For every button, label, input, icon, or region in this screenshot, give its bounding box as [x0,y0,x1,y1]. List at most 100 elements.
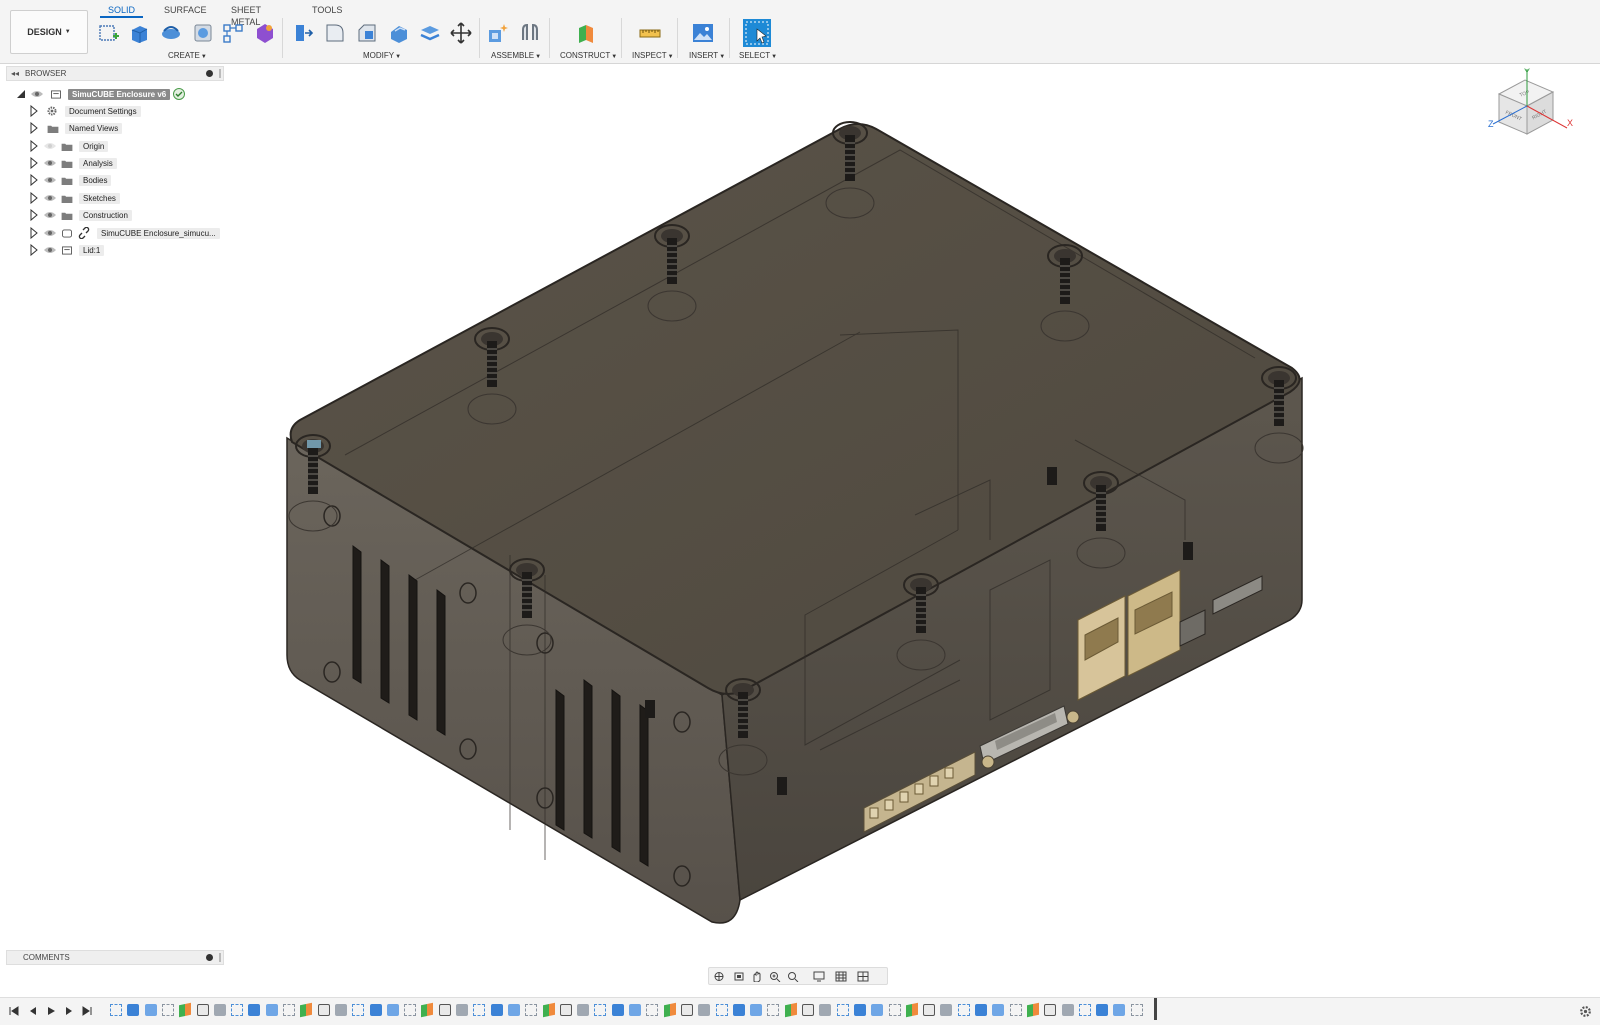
pin-icon[interactable] [206,70,213,77]
visibility-eye-icon[interactable] [43,210,57,220]
timeline-feature-body-icon[interactable] [732,1004,745,1016]
timeline-feature-move-icon[interactable] [196,1004,209,1016]
create-menu[interactable]: CREATE▼ [168,51,207,60]
tree-item-origin[interactable]: Origin [29,139,109,153]
select-menu[interactable]: SELECT▼ [739,51,777,60]
grid-settings-icon[interactable] [835,971,847,982]
resize-handle[interactable] [219,69,221,78]
view-cube[interactable]: TOP FRONT RIGHT X Y Z [1485,66,1575,146]
timeline-feature-sketch-icon[interactable] [594,1004,607,1016]
tree-item-lid[interactable]: Lid:1 [29,243,105,257]
timeline-feature-move-icon[interactable] [1044,1004,1057,1016]
tree-label[interactable]: SimuCUBE Enclosure_simucu... [97,227,220,239]
shell-icon[interactable] [388,22,410,44]
measure-icon[interactable] [639,22,661,44]
timeline-feature-body-icon[interactable] [369,1004,382,1016]
timeline-feature-body-icon[interactable] [698,1004,711,1016]
visibility-eye-icon[interactable] [43,175,57,185]
create-sketch-icon[interactable] [98,22,120,44]
timeline-marker[interactable] [1154,998,1157,1020]
root-label[interactable]: SimuCUBE Enclosure v6 [68,88,171,100]
timeline-feature-sketch-icon[interactable] [283,1004,295,1016]
pattern-icon[interactable] [222,22,244,44]
timeline-feature-move-icon[interactable] [923,1004,936,1016]
tab-tools[interactable]: TOOLS [312,4,342,18]
tree-item-named-views[interactable]: Named Views [29,121,123,135]
insert-image-icon[interactable] [692,22,714,44]
timeline-feature-body-icon[interactable] [213,1004,226,1016]
timeline-feature-sketch-icon[interactable] [1078,1004,1091,1016]
timeline-feature-sketch-icon[interactable] [525,1004,538,1016]
timeline-feature-plane-icon[interactable] [1026,1002,1039,1018]
comments-header[interactable]: COMMENTS [6,950,224,965]
construct-menu[interactable]: CONSTRUCT▼ [560,51,617,60]
expand-triangle-icon[interactable] [29,156,39,170]
modify-menu[interactable]: MODIFY▼ [363,51,401,60]
timeline-feature-sketch-icon[interactable] [1130,1004,1143,1016]
look-at-icon[interactable] [733,971,745,982]
tree-item-analysis[interactable]: Analysis [29,156,117,170]
expand-triangle-icon[interactable] [29,121,39,135]
browser-header[interactable]: ◂◂ BROWSER [6,66,224,81]
move-icon[interactable] [450,22,472,44]
workspace-switcher[interactable]: DESIGN ▼ [10,10,88,54]
timeline-feature-sketch-icon[interactable] [767,1004,780,1016]
collapse-triangle-icon[interactable] [16,87,26,101]
tree-label[interactable]: Origin [79,140,109,152]
browser-root[interactable]: SimuCUBE Enclosure v6 [16,87,186,101]
select-icon[interactable] [743,19,771,47]
expand-triangle-icon[interactable] [29,226,39,240]
timeline-feature-sketch-icon[interactable] [957,1004,970,1016]
new-component-icon[interactable] [487,22,509,44]
timeline-feature-body-icon[interactable] [975,1004,987,1016]
tree-label[interactable]: Lid:1 [79,244,105,256]
tree-label[interactable]: Named Views [65,122,123,134]
visibility-eye-icon[interactable] [30,89,44,99]
go-to-start-icon[interactable] [8,1005,20,1017]
hidden-eye-icon[interactable] [43,141,57,151]
expand-triangle-icon[interactable] [29,208,39,222]
timeline-feature-sketch-icon[interactable] [888,1004,901,1016]
timeline-feature-move-icon[interactable] [559,1004,572,1016]
fillet-icon[interactable] [324,22,346,44]
model-viewport[interactable] [0,64,1600,944]
tab-surface[interactable]: SURFACE [164,4,207,18]
tree-item-construction[interactable]: Construction [29,208,132,222]
timeline-feature-sketch-icon[interactable] [161,1004,174,1016]
visibility-eye-icon[interactable] [43,228,57,238]
inspect-menu[interactable]: INSPECT▼ [632,51,674,60]
play-icon[interactable] [45,1005,57,1017]
pin-icon[interactable] [206,954,213,961]
tab-sheet-metal[interactable]: SHEET METAL [231,4,261,27]
timeline-feature-body-icon[interactable] [144,1004,157,1016]
tree-item-sketches[interactable]: Sketches [29,191,120,205]
visibility-eye-icon[interactable] [43,245,57,255]
timeline-feature-sketch-icon[interactable] [646,1004,659,1016]
orbit-icon[interactable] [713,971,725,982]
assemble-menu[interactable]: ASSEMBLE▼ [491,51,541,60]
offset-plane-icon[interactable] [575,22,597,44]
tab-solid[interactable]: SOLID [100,4,144,18]
viewports-icon[interactable] [857,971,869,982]
timeline-settings-gear-icon[interactable] [1579,1005,1592,1018]
pan-icon[interactable] [751,971,763,982]
timeline-feature-body-icon[interactable] [507,1004,520,1016]
timeline-feature-plane-icon[interactable] [905,1002,918,1018]
combine-icon[interactable] [419,22,441,44]
expand-triangle-icon[interactable] [29,139,39,153]
timeline-feature-move-icon[interactable] [438,1004,451,1016]
timeline-feature-body-icon[interactable] [611,1004,624,1016]
expand-triangle-icon[interactable] [29,173,39,187]
expand-triangle-icon[interactable] [29,191,39,205]
timeline-feature-plane-icon[interactable] [179,1002,192,1018]
step-back-icon[interactable] [27,1005,39,1017]
timeline-feature-body-icon[interactable] [265,1004,278,1016]
tree-item-bodies[interactable]: Bodies [29,173,112,187]
resize-handle[interactable] [219,953,221,962]
timeline-feature-plane-icon[interactable] [663,1002,676,1018]
timeline-feature-body-icon[interactable] [871,1004,884,1016]
timeline-feature-body-icon[interactable] [750,1004,763,1016]
expand-triangle-icon[interactable] [29,243,39,257]
timeline-feature-plane-icon[interactable] [300,1002,313,1018]
tree-label[interactable]: Analysis [79,157,117,169]
